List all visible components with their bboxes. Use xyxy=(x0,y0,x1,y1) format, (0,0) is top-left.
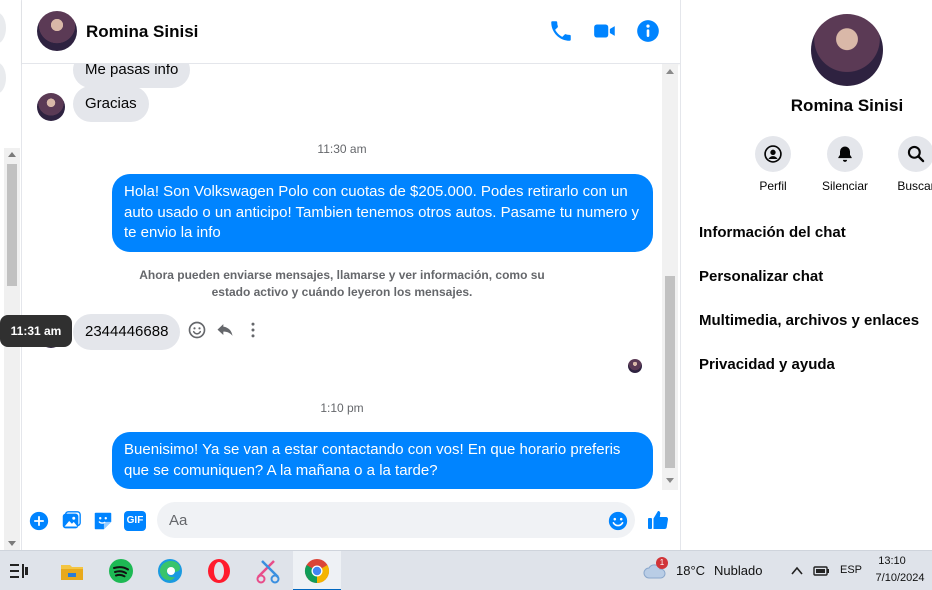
info-icon[interactable] xyxy=(635,18,661,44)
profile-label: Perfil xyxy=(759,179,787,193)
menu-privacy-help[interactable]: Privacidad y ayuda xyxy=(699,356,835,373)
plus-icon[interactable] xyxy=(28,510,50,532)
sticker-icon[interactable] xyxy=(92,510,114,532)
clock-date[interactable]: 7/10/2024 xyxy=(868,572,932,584)
message-composer: GIF xyxy=(22,490,680,550)
video-camera-icon[interactable] xyxy=(592,18,618,44)
incoming-message[interactable]: Me pasas info xyxy=(73,64,191,88)
scrollbar-thumb[interactable] xyxy=(7,164,17,286)
message-list[interactable]: Me pasas info Gracias 11:30 am Hola! Son… xyxy=(22,64,662,490)
incoming-message[interactable]: Gracias xyxy=(73,86,149,122)
read-receipt-avatar xyxy=(628,359,642,373)
scroll-down-arrow-icon[interactable] xyxy=(8,541,16,546)
message-input[interactable] xyxy=(157,502,635,538)
menu-media-files-links[interactable]: Multimedia, archivos y enlaces xyxy=(699,312,919,329)
scroll-up-arrow-icon[interactable] xyxy=(8,152,16,157)
left-edge-strip xyxy=(0,0,22,550)
edge-chat-avatar[interactable] xyxy=(0,62,6,94)
file-explorer-icon[interactable] xyxy=(58,557,86,585)
more-options-icon[interactable] xyxy=(243,320,263,340)
weather-description[interactable]: Nublado xyxy=(714,563,762,578)
weather-temperature[interactable]: 18°C xyxy=(676,563,705,578)
menu-customize-chat[interactable]: Personalizar chat xyxy=(699,268,823,285)
search-icon xyxy=(907,145,925,163)
bell-icon xyxy=(838,146,852,162)
phone-icon[interactable] xyxy=(548,18,574,44)
chat-details-panel: Romina Sinisi Perfil Silenciar Buscar In… xyxy=(680,0,932,550)
contact-avatar[interactable] xyxy=(37,11,77,51)
snipping-tool-icon[interactable] xyxy=(254,557,282,585)
profile-icon xyxy=(764,145,782,163)
scrollbar-thumb[interactable] xyxy=(665,276,675,468)
chevron-up-icon[interactable] xyxy=(790,564,804,578)
windows-taskbar: 1 18°C Nublado ESP 13:10 7/10/2024 xyxy=(0,550,932,590)
task-view-icon[interactable] xyxy=(8,561,30,581)
spotify-icon[interactable] xyxy=(107,557,135,585)
reply-icon[interactable] xyxy=(215,320,235,340)
search-label: Buscar xyxy=(897,179,932,193)
react-emoji-icon[interactable] xyxy=(187,320,207,340)
menu-chat-info[interactable]: Información del chat xyxy=(699,224,846,241)
mute-label: Silenciar xyxy=(821,179,869,193)
gif-icon[interactable]: GIF xyxy=(124,511,146,531)
message-scrollbar[interactable] xyxy=(662,64,678,490)
outgoing-message[interactable]: Hola! Son Volkswagen Polo con cuotas de … xyxy=(112,174,653,252)
sender-avatar[interactable] xyxy=(37,93,65,121)
battery-network-icon[interactable] xyxy=(813,563,831,579)
scroll-down-arrow-icon[interactable] xyxy=(666,478,674,483)
system-notice: Ahora pueden enviarse mensajes, llamarse… xyxy=(139,268,545,299)
profile-button[interactable]: Perfil xyxy=(738,136,808,193)
edge-browser-icon[interactable] xyxy=(156,557,184,585)
opera-browser-icon[interactable] xyxy=(205,557,233,585)
clock-time[interactable]: 13:10 xyxy=(868,555,916,567)
scroll-up-arrow-icon[interactable] xyxy=(666,69,674,74)
emoji-icon[interactable] xyxy=(607,510,629,532)
profile-name: Romina Sinisi xyxy=(790,96,904,115)
timestamp-separator: 11:30 am xyxy=(317,142,367,156)
input-language[interactable]: ESP xyxy=(840,564,862,576)
like-icon[interactable] xyxy=(646,508,670,532)
contact-name[interactable]: Romina Sinisi xyxy=(86,22,198,42)
timestamp-tooltip: 11:31 am xyxy=(0,315,72,347)
edge-chat-avatar[interactable] xyxy=(0,12,6,44)
outgoing-message[interactable]: Buenisimo! Ya se van a estar contactando… xyxy=(112,432,653,489)
incoming-message[interactable]: 2344446688 xyxy=(73,314,181,350)
mute-button[interactable]: Silenciar xyxy=(810,136,880,193)
chrome-browser-icon[interactable] xyxy=(303,557,331,585)
outer-scrollbar[interactable] xyxy=(4,148,20,550)
weather-badge: 1 xyxy=(656,557,668,569)
chat-header: Romina Sinisi xyxy=(22,0,680,64)
search-button[interactable]: Buscar xyxy=(881,136,932,193)
profile-avatar[interactable] xyxy=(811,14,883,86)
messenger-window: Romina Sinisi Me pasas info Gracias 11:3… xyxy=(0,0,932,590)
timestamp-separator: 1:10 pm xyxy=(320,401,364,415)
photo-icon[interactable] xyxy=(60,510,82,532)
